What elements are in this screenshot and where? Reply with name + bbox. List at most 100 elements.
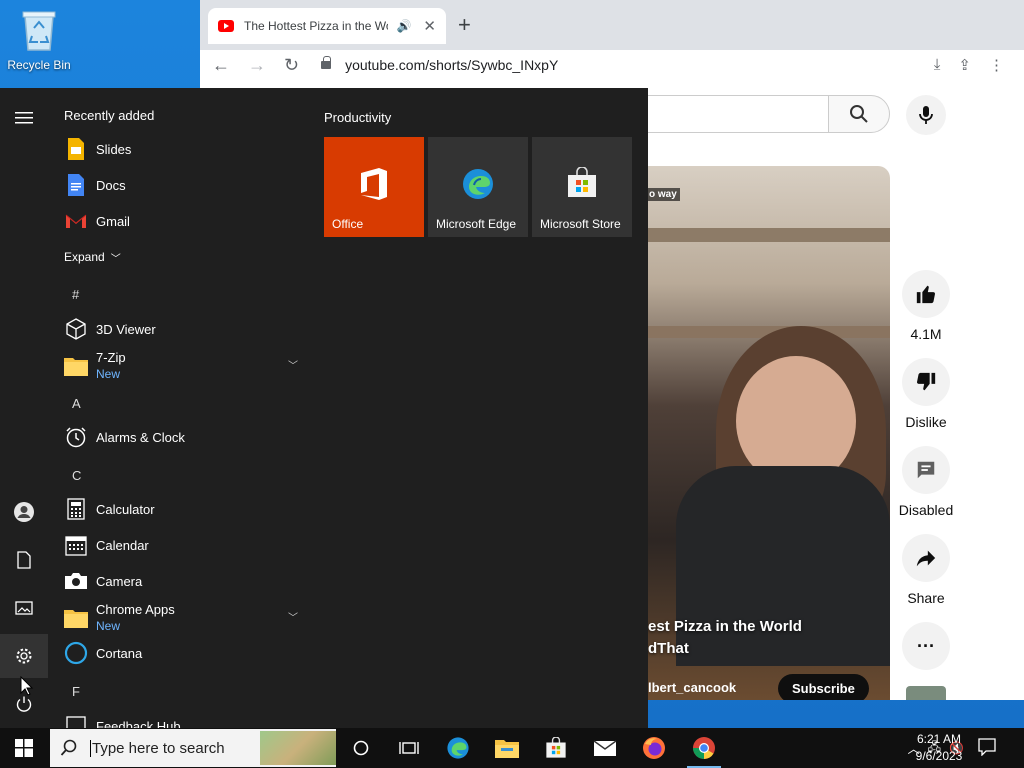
thumbs-up-icon (916, 285, 936, 304)
video-title[interactable]: est Pizza in the World dThat (648, 616, 802, 660)
speaker-icon[interactable]: 🔊 (396, 19, 411, 33)
pictures-icon[interactable] (12, 596, 36, 620)
user-account-icon[interactable] (12, 500, 36, 524)
tab-youtube[interactable]: The Hottest Pizza in the Wor 🔊 ✕ (208, 8, 446, 44)
tile-office[interactable]: Office (324, 137, 424, 237)
section-letter-hash[interactable]: # (72, 287, 79, 302)
cortana-icon (64, 641, 88, 665)
clock[interactable]: 6:21 AM 9/6/2023 (904, 731, 974, 765)
video-overlay-caption: o way (646, 188, 680, 201)
file-explorer-icon[interactable] (494, 735, 520, 761)
camera-icon (64, 569, 88, 593)
new-tab-button[interactable]: + (458, 12, 471, 38)
gmail-icon (64, 209, 88, 233)
edge-taskbar-icon[interactable] (445, 735, 471, 761)
section-letter-c[interactable]: C (72, 468, 81, 483)
app-calculator[interactable]: Calculator (64, 491, 304, 527)
mouse-cursor-icon (20, 676, 34, 696)
recycle-bin-icon (22, 11, 56, 51)
calendar-icon (64, 533, 88, 557)
search-highlight-image (260, 731, 336, 765)
share-page-icon[interactable]: ⇪ (958, 56, 971, 74)
start-menu: Recently added Slides Docs Gmail Expand … (0, 88, 648, 728)
app-7zip-folder[interactable]: 7-Zip New ﹀ (64, 346, 304, 386)
section-letter-f[interactable]: F (72, 684, 80, 699)
chrome-icon[interactable] (687, 735, 721, 768)
folder-icon (64, 606, 88, 630)
address-bar[interactable]: youtube.com/shorts/Sywbc_INxpY (345, 57, 558, 73)
menu-dots-icon[interactable]: ⋮ (989, 56, 1004, 74)
store-taskbar-icon[interactable] (543, 735, 569, 761)
taskbar-search-box[interactable]: Type here to search (50, 729, 336, 767)
browser-toolbar: ← → ↻ youtube.com/shorts/Sywbc_INxpY ⤓ ⇪… (200, 50, 1024, 80)
share-arrow-icon (916, 550, 936, 567)
cube-icon (64, 317, 88, 341)
app-chrome-apps-folder[interactable]: Chrome Apps New ﹀ (64, 598, 304, 638)
channel-avatar[interactable] (906, 686, 946, 700)
recycle-bin-shortcut[interactable]: Recycle Bin (6, 6, 72, 72)
comments-label: Disabled (898, 502, 954, 518)
tiles-group-heading[interactable]: Productivity (324, 110, 391, 125)
tab-strip: The Hottest Pizza in the Wor 🔊 ✕ + (200, 0, 1024, 50)
reload-icon[interactable]: ↻ (284, 55, 299, 76)
subscribe-button[interactable]: Subscribe (778, 674, 869, 700)
app-alarms-clock[interactable]: Alarms & Clock (64, 419, 304, 455)
share-button[interactable]: Share (898, 534, 954, 606)
chevron-down-icon[interactable]: ﹀ (288, 609, 298, 624)
dislike-button[interactable]: Dislike (898, 358, 954, 430)
cortana-circle-icon[interactable] (348, 735, 374, 761)
recently-added-heading: Recently added (64, 108, 155, 123)
app-3d-viewer[interactable]: 3D Viewer (64, 311, 304, 347)
app-cortana[interactable]: Cortana (64, 635, 304, 671)
lock-icon[interactable] (321, 56, 332, 69)
task-view-icon[interactable] (396, 735, 422, 761)
tile-microsoft-store[interactable]: Microsoft Store (532, 137, 632, 237)
calculator-icon (64, 497, 88, 521)
expand-button[interactable]: Expand ﹀ (64, 239, 304, 275)
section-letter-a[interactable]: A (72, 396, 81, 411)
taskbar: Type here to search ︿ 🖧 🔇 6:21 AM 9/6/20… (0, 728, 1024, 768)
store-bag-icon (568, 167, 596, 197)
app-slides[interactable]: Slides (64, 131, 304, 167)
settings-gear-icon[interactable] (0, 634, 48, 678)
app-gmail[interactable]: Gmail (64, 203, 304, 239)
windows-logo-icon (15, 739, 33, 757)
app-feedback-hub[interactable]: Feedback Hub (64, 708, 304, 728)
app-camera[interactable]: Camera (64, 563, 304, 599)
comments-button[interactable]: Disabled (898, 446, 954, 518)
more-options-button[interactable]: ··· (898, 622, 954, 678)
recycle-bin-label: Recycle Bin (7, 58, 71, 72)
shorts-video-player[interactable]: o way est Pizza in the World dThat lbert… (646, 166, 890, 700)
app-calendar[interactable]: Calendar (64, 527, 304, 563)
search-icon (850, 105, 868, 123)
youtube-search-button[interactable] (828, 95, 890, 133)
dislike-label: Dislike (905, 414, 947, 430)
all-apps-list: Recently added Slides Docs Gmail Expand … (48, 88, 312, 728)
docs-icon (64, 173, 88, 197)
documents-icon[interactable] (12, 548, 36, 572)
like-button[interactable]: 4.1M (898, 270, 954, 342)
channel-name[interactable]: lbert_cancook (648, 680, 736, 695)
hamburger-menu-icon[interactable] (12, 106, 36, 130)
comment-icon (917, 461, 935, 479)
search-placeholder: Type here to search (90, 739, 225, 757)
forward-arrow-icon[interactable]: → (248, 55, 266, 76)
thumbs-down-icon (916, 372, 936, 391)
microphone-icon (919, 106, 933, 124)
tile-microsoft-edge[interactable]: Microsoft Edge (428, 137, 528, 237)
chevron-down-icon[interactable]: ﹀ (288, 357, 298, 372)
edge-icon (463, 169, 493, 199)
start-button[interactable] (0, 728, 48, 768)
firefox-icon[interactable] (641, 735, 667, 761)
more-dots-icon: ··· (902, 622, 950, 670)
share-label: Share (907, 590, 945, 606)
chevron-down-icon: ﹀ (110, 253, 121, 265)
app-docs[interactable]: Docs (64, 167, 304, 203)
folder-icon (64, 354, 88, 378)
back-arrow-icon[interactable]: ← (212, 55, 230, 76)
install-app-icon[interactable]: ⤓ (934, 56, 941, 74)
mail-icon[interactable] (592, 735, 618, 761)
action-center-icon[interactable] (978, 738, 996, 759)
voice-search-button[interactable] (906, 95, 946, 135)
close-tab-icon[interactable]: ✕ (423, 17, 436, 35)
